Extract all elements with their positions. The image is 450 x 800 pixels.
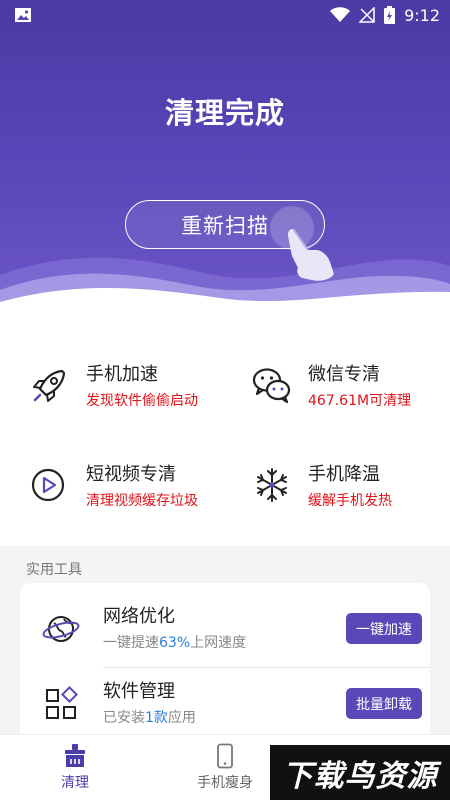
feature-grid: 手机加速 发现软件偷偷启动 微信专清 467.61M可清理 短视频专清 清理视频…	[0, 318, 450, 546]
nav-label: 清理	[61, 775, 89, 791]
globe-icon	[42, 615, 80, 642]
phone-icon	[217, 743, 233, 769]
feature-subtitle: 清理视频缓存垃圾	[86, 493, 198, 509]
feature-phone-boost[interactable]: 手机加速 发现软件偷偷启动	[28, 363, 198, 411]
nav-tab-phone-slim[interactable]: 手机瘦身	[170, 743, 280, 792]
tool-title: 软件管理	[103, 680, 175, 702]
wechat-icon	[252, 368, 291, 404]
feature-title: 微信专清	[308, 364, 380, 385]
feature-subtitle: 467.61M可清理	[308, 393, 412, 409]
watermark-logo: 下载鸟资源	[270, 745, 450, 800]
speed-up-button[interactable]: 一键加速	[346, 613, 422, 644]
tool-subtitle: 已安装1款应用	[103, 709, 196, 726]
rocket-icon	[33, 369, 66, 402]
feature-title: 手机加速	[86, 364, 158, 385]
nav-tab-clean[interactable]: 清理	[20, 743, 130, 792]
apps-grid-icon	[46, 685, 78, 719]
tool-highlight-value: 63%	[159, 634, 191, 651]
page-title: 清理完成	[164, 96, 285, 130]
tools-card: 网络优化 一键提速63%上网速度 一键加速 软件管理 已安装1款应用 批量卸载	[20, 583, 430, 743]
nav-label: 手机瘦身	[197, 775, 253, 791]
tool-network-optimize[interactable]: 网络优化 一键提速63%上网速度 一键加速	[20, 591, 430, 666]
batch-uninstall-button[interactable]: 批量卸载	[346, 688, 422, 719]
tool-title: 网络优化	[103, 605, 175, 627]
tool-app-manager[interactable]: 软件管理 已安装1款应用 批量卸载	[20, 666, 430, 741]
snowflake-icon	[257, 468, 287, 502]
pointing-hand-icon	[270, 206, 334, 281]
status-time: 9:12	[404, 5, 440, 25]
feature-wechat-clean[interactable]: 微信专清 467.61M可清理	[250, 363, 411, 411]
feature-phone-cooling[interactable]: 手机降温 缓解手机发热	[250, 463, 392, 511]
feature-title: 手机降温	[308, 464, 380, 485]
feature-short-video-clean[interactable]: 短视频专清 清理视频缓存垃圾	[28, 463, 198, 511]
hero-banner: 清理完成 重新扫描	[0, 0, 450, 320]
battery-charging-icon	[384, 6, 396, 24]
tool-subtitle: 一键提速63%上网速度	[103, 634, 247, 651]
no-signal-icon	[359, 7, 375, 23]
section-label-tools: 实用工具	[26, 562, 82, 578]
feature-title: 短视频专清	[86, 464, 176, 485]
broom-icon	[65, 744, 85, 767]
wave-decoration	[0, 257, 450, 320]
feature-subtitle: 发现软件偷偷启动	[86, 393, 198, 409]
status-bar: 9:12	[0, 0, 450, 30]
feature-subtitle: 缓解手机发热	[308, 493, 392, 509]
tool-highlight-value: 1款	[145, 709, 168, 726]
wifi-icon	[330, 7, 351, 22]
image-notification-icon	[15, 8, 31, 22]
video-play-icon	[31, 468, 65, 502]
